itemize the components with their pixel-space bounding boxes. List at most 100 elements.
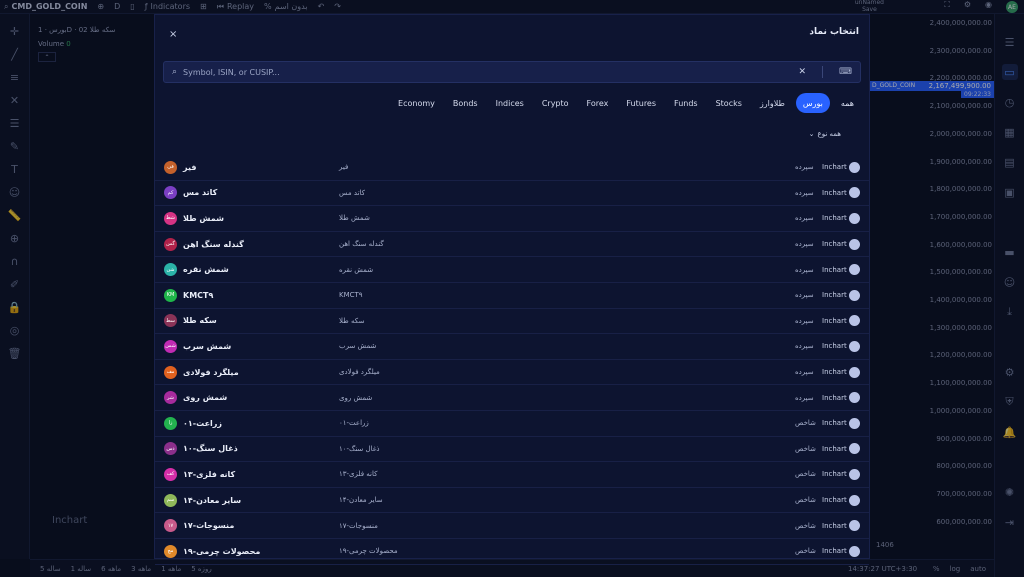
- exchange-logo-icon: [849, 520, 860, 532]
- category-tab[interactable]: Futures: [619, 93, 663, 113]
- symbol-type: شاخص: [795, 470, 816, 479]
- symbol-name: KMCT۹: [183, 290, 214, 300]
- symbol-logo-icon: KM: [164, 288, 177, 302]
- symbol-row[interactable]: شر شمش روی شمش روی سپرده Inchart: [155, 385, 869, 411]
- symbol-type: سپرده: [795, 368, 814, 377]
- symbol-description: شمش طلا: [339, 214, 370, 223]
- search-icon: ⌕: [172, 67, 178, 77]
- exchange-logo-icon: [849, 443, 860, 455]
- category-tab[interactable]: Stocks: [709, 93, 749, 113]
- category-tab[interactable]: طلاوارز: [753, 93, 792, 113]
- divider: [822, 66, 823, 78]
- category-tabs: همه بورس طلاوارز Stocks Funds Futures Forex Cry…: [391, 93, 861, 113]
- symbol-exchange: Inchart: [822, 368, 847, 377]
- symbol-search-dialog: انتخاب نماد × ⌕ ✕ ⌨ همهبورسطلاوارزStocks…: [154, 14, 870, 565]
- symbol-type: سپرده: [795, 240, 814, 249]
- symbol-row[interactable]: مچ ۱۹-محصولات چرمی محصولات چرمی-۱۹ شاخص Inch…: [155, 539, 869, 565]
- exchange-logo-icon: [849, 212, 860, 224]
- symbol-description: سایر معادن-۱۴: [339, 496, 383, 505]
- symbol-logo-icon: ۱۷: [164, 519, 177, 533]
- symbol-type: سپرده: [795, 163, 814, 172]
- symbol-exchange: Inchart: [822, 240, 847, 249]
- symbol-row[interactable]: گس گندله سنگ اهن گندله سنگ اهن سپرده Inchart: [155, 232, 869, 258]
- category-tab[interactable]: Forex: [580, 93, 616, 113]
- category-tab[interactable]: Bonds: [446, 93, 485, 113]
- symbol-name: ۱۹-محصولات چرمی: [183, 546, 261, 556]
- symbol-search-input[interactable]: [183, 67, 793, 77]
- category-tab[interactable]: همه: [834, 93, 861, 113]
- symbol-row[interactable]: سم ۱۴-سایر معادن سایر معادن-۱۴ شاخص Inchart: [155, 488, 869, 514]
- symbol-exchange: Inchart: [822, 214, 847, 223]
- category-tab[interactable]: Funds: [667, 93, 705, 113]
- symbol-name: ۱۳-کانه فلزی: [183, 469, 236, 479]
- symbol-row[interactable]: KM KMCT۹ KMCT۹ سپرده Inchart: [155, 283, 869, 309]
- exchange-logo-icon: [849, 289, 860, 301]
- keyboard-icon[interactable]: ⌨: [839, 67, 852, 77]
- symbol-row[interactable]: کف ۱۳-کانه فلزی کانه فلزی-۱۳ شاخص Inchart: [155, 462, 869, 488]
- search-bar: ⌕ ✕ ⌨: [163, 61, 861, 83]
- exchange-logo-icon: [849, 494, 860, 506]
- symbol-logo-icon: سط: [164, 314, 177, 328]
- symbol-row[interactable]: شن شمش نقره شمش نقره سپرده Inchart: [155, 257, 869, 283]
- exchange-logo-icon: [849, 238, 860, 250]
- symbol-exchange: Inchart: [822, 496, 847, 505]
- exchange-logo-icon: [849, 264, 860, 276]
- symbol-logo-icon: مف: [164, 365, 177, 379]
- symbol-description: فیر: [339, 163, 349, 172]
- category-tab[interactable]: Economy: [391, 93, 442, 113]
- symbol-description: میلگرد فولادی: [339, 368, 380, 377]
- symbol-type: شاخص: [795, 444, 816, 453]
- symbol-exchange: Inchart: [822, 188, 847, 197]
- symbol-type: شاخص: [795, 419, 816, 428]
- category-tab[interactable]: بورس: [795, 93, 830, 113]
- symbol-exchange: Inchart: [822, 393, 847, 402]
- symbol-row[interactable]: ۱۷ ۱۷-منسوجات منسوجات-۱۷ شاخص Inchart: [155, 513, 869, 539]
- symbol-logo-icon: فی: [164, 160, 177, 174]
- symbol-row[interactable]: ذس ۱۰-ذغال سنگ ذغال سنگ-۱۰ شاخص Inchart: [155, 437, 869, 463]
- symbol-description: شمش نقره: [339, 265, 374, 274]
- symbol-logo-icon: کم: [164, 186, 177, 200]
- type-filter-dropdown[interactable]: ⌄ همه نوع: [809, 130, 841, 138]
- symbol-name: ۱۰-ذغال سنگ: [183, 444, 238, 454]
- symbol-name: شمش سرب: [183, 341, 232, 351]
- exchange-logo-icon: [849, 468, 860, 480]
- type-filter-label: همه نوع: [817, 130, 841, 138]
- symbol-type: سپرده: [795, 291, 814, 300]
- symbol-exchange: Inchart: [822, 265, 847, 274]
- symbol-logo-icon: شن: [164, 263, 177, 277]
- trading-app: ⌕ CMD_GOLD_COIN ⊕ D ▯ ƒ Indicators ⊞ ⏮ R…: [0, 0, 1024, 577]
- symbol-type: سپرده: [795, 342, 814, 351]
- symbol-type: سپرده: [795, 265, 814, 274]
- exchange-logo-icon: [849, 417, 860, 429]
- symbol-logo-icon: مچ: [164, 544, 177, 558]
- clear-search-icon[interactable]: ✕: [798, 67, 806, 77]
- symbol-row[interactable]: زا ۰۱-زراعت زراعت-۰۱ شاخص Inchart: [155, 411, 869, 437]
- symbol-row[interactable]: کم کاتد مس کاتد مس سپرده Inchart: [155, 181, 869, 207]
- symbol-exchange: Inchart: [822, 521, 847, 530]
- symbol-description: سکه طلا: [339, 316, 365, 325]
- symbol-row[interactable]: شس شمش سرب شمش سرب سپرده Inchart: [155, 334, 869, 360]
- dialog-title: انتخاب نماد: [809, 27, 859, 37]
- symbol-description: کاتد مس: [339, 188, 365, 197]
- symbol-exchange: Inchart: [822, 163, 847, 172]
- symbol-exchange: Inchart: [822, 470, 847, 479]
- category-tab[interactable]: Crypto: [535, 93, 576, 113]
- symbol-description: شمش سرب: [339, 342, 377, 351]
- symbol-row[interactable]: فی فیر فیر سپرده Inchart: [155, 155, 869, 181]
- symbol-exchange: Inchart: [822, 547, 847, 556]
- close-icon[interactable]: ×: [169, 29, 177, 40]
- exchange-logo-icon: [849, 340, 860, 352]
- symbol-logo-icon: سم: [164, 493, 177, 507]
- symbol-row[interactable]: شط شمش طلا شمش طلا سپرده Inchart: [155, 206, 869, 232]
- symbol-row[interactable]: مف میلگرد فولادی میلگرد فولادی سپرده Inchart: [155, 360, 869, 386]
- symbol-type: سپرده: [795, 393, 814, 402]
- symbol-logo-icon: شط: [164, 211, 177, 225]
- symbol-type: شاخص: [795, 547, 816, 556]
- symbol-exchange: Inchart: [822, 291, 847, 300]
- exchange-logo-icon: [849, 545, 860, 557]
- symbol-name: ۱۷-منسوجات: [183, 521, 235, 531]
- exchange-logo-icon: [849, 187, 860, 199]
- symbol-exchange: Inchart: [822, 419, 847, 428]
- symbol-row[interactable]: سط سکه طلا سکه طلا سپرده Inchart: [155, 309, 869, 335]
- category-tab[interactable]: Indices: [489, 93, 531, 113]
